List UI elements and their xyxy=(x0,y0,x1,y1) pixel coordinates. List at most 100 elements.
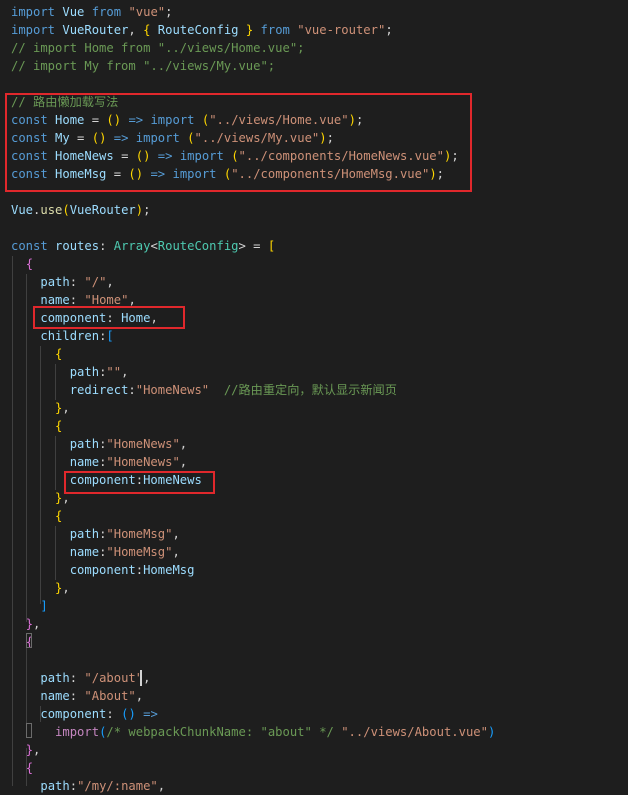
code-line[interactable]: component: () => xyxy=(11,705,158,723)
code-token: > = xyxy=(238,239,268,253)
code-token: name xyxy=(69,545,100,559)
code-token: RouteConfig xyxy=(157,23,239,37)
code-line[interactable]: path: "/about", xyxy=(11,669,150,687)
code-line[interactable]: import(/* webpackChunkName: "about" */ "… xyxy=(11,723,495,741)
code-line[interactable]: }, xyxy=(11,579,70,597)
code-line[interactable]: path:"", xyxy=(11,363,129,381)
code-token: ; xyxy=(143,203,151,217)
code-token: import xyxy=(11,23,56,37)
code-token: : xyxy=(69,671,85,685)
code-token: < xyxy=(150,239,158,253)
code-editor[interactable]: import Vue from "vue"; import VueRouter, … xyxy=(0,0,628,793)
code-line[interactable]: component:HomeMsg xyxy=(11,561,195,579)
code-token: // import Home from "../views/Home.vue"; xyxy=(11,41,305,55)
code-token: use xyxy=(40,203,63,217)
code-line[interactable]: ] xyxy=(11,597,47,615)
code-token: HomeMsg xyxy=(143,563,195,577)
code-token: => xyxy=(143,707,158,721)
code-token: component xyxy=(69,563,136,577)
code-token: children xyxy=(40,329,100,343)
code-line[interactable]: // import My from "../views/My.vue"; xyxy=(11,57,275,75)
code-token: import xyxy=(55,725,100,739)
code-token: from xyxy=(91,5,122,19)
code-line[interactable]: path:"/my/:name", xyxy=(11,777,165,795)
code-token: , xyxy=(106,275,114,289)
code-line[interactable]: path:"HomeNews", xyxy=(11,435,187,453)
code-token: { xyxy=(25,761,34,775)
code-token: ) xyxy=(487,725,496,739)
code-line[interactable]: children:[ xyxy=(11,327,114,345)
code-token: "HomeNews" xyxy=(106,437,180,451)
code-line[interactable]: }, xyxy=(11,615,41,633)
code-token: "vue-router" xyxy=(297,23,386,37)
code-line[interactable]: { xyxy=(11,759,33,777)
code-line[interactable]: { xyxy=(11,345,62,363)
code-token: , xyxy=(157,779,166,793)
code-token: [ xyxy=(106,329,114,343)
code-line[interactable]: { xyxy=(11,255,33,273)
code-line[interactable]: }, xyxy=(11,399,70,417)
code-token: : xyxy=(135,563,144,577)
code-line[interactable]: }, xyxy=(11,489,70,507)
code-token: path xyxy=(40,671,70,685)
code-token: name xyxy=(69,455,100,469)
code-line[interactable]: name:"HomeNews", xyxy=(11,453,187,471)
code-token: : xyxy=(69,779,78,793)
code-line[interactable]: const routes: Array<RouteConfig> = [ xyxy=(11,237,275,255)
code-line[interactable]: import VueRouter, { RouteConfig } from "… xyxy=(11,21,393,39)
code-token: ) xyxy=(135,203,144,217)
code-line[interactable]: path:"HomeMsg", xyxy=(11,525,180,543)
code-token: "HomeMsg" xyxy=(106,527,173,541)
code-token: { xyxy=(55,509,63,523)
code-token: component xyxy=(40,707,107,721)
code-token: import xyxy=(11,5,56,19)
code-token: { xyxy=(55,419,63,433)
code-token: path xyxy=(40,275,70,289)
code-token: name xyxy=(40,689,70,703)
code-token: /* webpackChunkName: "about" */ xyxy=(106,725,334,739)
code-line[interactable]: // import Home from "../views/Home.vue"; xyxy=(11,39,305,57)
code-line[interactable]: import Vue from "vue"; xyxy=(11,3,172,21)
code-token: "Home" xyxy=(84,293,129,307)
code-token: : xyxy=(106,707,122,721)
code-line[interactable]: }, xyxy=(11,741,41,759)
code-token: VueRouter xyxy=(62,23,129,37)
code-line[interactable]: Vue.use(VueRouter); xyxy=(11,201,150,219)
code-line[interactable]: { xyxy=(11,507,62,525)
code-token: "/about" xyxy=(84,671,144,685)
code-line[interactable]: name:"HomeMsg", xyxy=(11,543,180,561)
code-token: "/my/:name" xyxy=(77,779,158,793)
code-token: Vue xyxy=(62,5,85,19)
code-token: from xyxy=(260,23,290,37)
code-line[interactable]: redirect:"HomeNews" //路由重定向，默认显示新闻页 xyxy=(11,381,397,399)
code-line[interactable]: name: "About", xyxy=(11,687,143,705)
code-token: "HomeMsg" xyxy=(106,545,173,559)
code-line[interactable]: path: "/", xyxy=(11,273,114,291)
code-token: , xyxy=(143,671,151,685)
code-token: const xyxy=(11,239,48,253)
code-token: : xyxy=(99,239,114,253)
code-token: "HomeNews" xyxy=(135,383,210,397)
component-homenews-highlight xyxy=(64,471,215,494)
code-token: , xyxy=(33,743,41,757)
code-line[interactable]: { xyxy=(11,417,62,435)
code-token: redirect xyxy=(69,383,129,397)
text-cursor xyxy=(140,670,142,686)
